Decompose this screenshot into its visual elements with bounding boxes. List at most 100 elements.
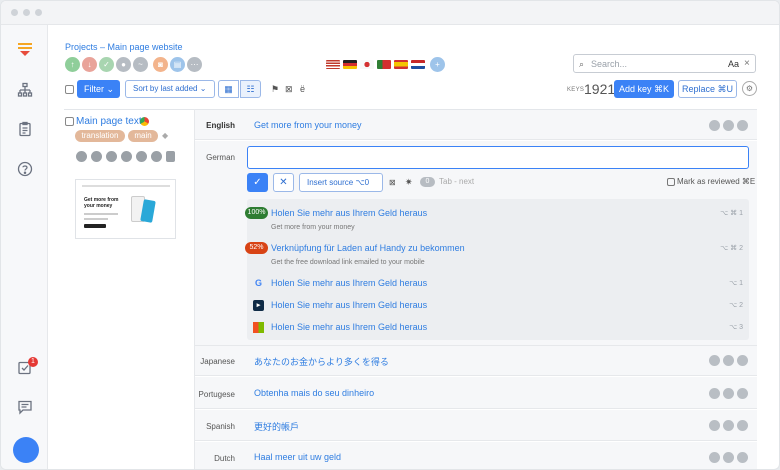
check-icon[interactable]: ✓ [99, 57, 114, 72]
list-view-icon[interactable]: ☷ [240, 80, 261, 98]
language-label: Japanese [200, 357, 235, 366]
comment-icon[interactable] [723, 452, 734, 463]
tag[interactable]: translation [75, 130, 125, 142]
help-icon[interactable] [17, 161, 33, 177]
translation-text[interactable]: 更好的帳戶 [254, 420, 299, 433]
logo-icon[interactable] [17, 41, 33, 57]
special-chars-icon[interactable]: ✷ [405, 177, 413, 188]
mt-suggestion-text[interactable]: Holen Sie mehr aus Ihrem Geld heraus [271, 322, 427, 332]
link-icon[interactable] [106, 151, 117, 162]
suggestion-shortcut: ⌥ ⌘ 2 [720, 245, 743, 252]
replace-button[interactable]: Replace ⌘U [678, 80, 737, 98]
match-case-toggle[interactable]: Aa [728, 59, 739, 69]
document-icon[interactable]: ▤ [170, 57, 185, 72]
flag-jp-icon[interactable] [360, 60, 374, 69]
more-icon[interactable]: ⋯ [187, 57, 202, 72]
language-label: Spanish [206, 422, 235, 431]
mt-suggestion-text[interactable]: Holen Sie mehr aus Ihrem Geld heraus [271, 278, 427, 288]
flag-pt-icon[interactable] [377, 60, 391, 69]
search-input[interactable]: Search... [591, 59, 627, 69]
cancel-button[interactable]: ✕ [273, 173, 294, 192]
translate-icon[interactable] [709, 120, 720, 131]
history-icon[interactable] [737, 355, 748, 366]
microsoft-icon [253, 322, 264, 333]
comment-icon[interactable] [723, 420, 734, 431]
suggestion-source: Get the free download link emailed to yo… [271, 259, 425, 266]
upload-icon[interactable]: ↑ [65, 57, 80, 72]
history-icon[interactable] [737, 420, 748, 431]
flag-de-icon[interactable] [343, 60, 357, 69]
window-dot[interactable] [23, 9, 30, 16]
clipboard-icon[interactable] [17, 121, 33, 137]
code-icon[interactable]: ⊠ [285, 84, 293, 95]
grid-view-icon[interactable]: ▦ [218, 80, 239, 98]
translate-icon[interactable] [709, 388, 720, 399]
mark-reviewed-label[interactable]: Mark as reviewed ⌘E [677, 177, 755, 186]
bookmark-icon[interactable]: ⚑ [271, 84, 279, 95]
download-icon[interactable]: ↓ [82, 57, 97, 72]
suggestion-text[interactable]: Holen Sie mehr aus Ihrem Geld heraus [271, 208, 427, 218]
translation-text[interactable]: Get more from your money [254, 120, 362, 130]
code-icon[interactable]: ⊠ [389, 178, 396, 187]
comment-icon[interactable] [723, 388, 734, 399]
history-icon[interactable] [737, 452, 748, 463]
mt-shortcut: ⌥ 2 [729, 302, 743, 309]
filter-button[interactable]: Filter ⌄ [77, 80, 120, 98]
history-icon[interactable] [737, 120, 748, 131]
suggestion-shortcut: ⌥ ⌘ 1 [720, 210, 743, 217]
mt-shortcut: ⌥ 1 [729, 280, 743, 287]
activity-icon[interactable]: ~ [133, 57, 148, 72]
history-icon[interactable] [737, 388, 748, 399]
tag-add-icon[interactable] [151, 151, 162, 162]
window-dot[interactable] [11, 9, 18, 16]
clear-search-icon[interactable]: × [744, 58, 750, 69]
comment-icon[interactable] [723, 355, 734, 366]
select-all-checkbox[interactable] [65, 85, 74, 94]
history-icon[interactable] [121, 151, 132, 162]
comment-icon[interactable] [76, 151, 87, 162]
screenshot-thumbnail[interactable]: Get more from your money [75, 179, 176, 239]
translate-icon[interactable]: ё [300, 84, 305, 94]
translation-text[interactable]: あなたのお金からより多くを得る [254, 355, 389, 368]
copy-icon[interactable] [136, 151, 147, 162]
language-label: German [206, 153, 235, 162]
flag-es-icon[interactable] [394, 60, 408, 69]
insert-source-button[interactable]: Insert source ⌥0 [299, 173, 383, 192]
app-window: 1 Projects – Main page website ↑ ↓ ✓ ● ~… [0, 0, 780, 470]
user-icon[interactable]: ● [116, 57, 131, 72]
mt-shortcut: ⌥ 3 [729, 324, 743, 331]
translation-input[interactable] [247, 146, 749, 169]
translate-icon[interactable] [709, 452, 720, 463]
flag-us-icon[interactable] [326, 60, 340, 69]
add-language-icon[interactable]: + [430, 57, 445, 72]
translation-text[interactable]: Haal meer uit uw geld [254, 452, 341, 462]
settings-icon[interactable]: ⚙ [742, 81, 757, 96]
mark-reviewed-checkbox[interactable] [667, 178, 675, 186]
translation-text[interactable]: Obtenha mais do seu dinheiro [254, 388, 374, 398]
tab-next-hint: Tab - next [439, 177, 475, 186]
delete-icon[interactable] [166, 151, 175, 162]
flag-nl-icon[interactable] [411, 60, 425, 69]
add-key-button[interactable]: Add key ⌘K [614, 80, 674, 98]
comments-icon[interactable] [17, 399, 33, 415]
tag[interactable]: main [128, 130, 158, 142]
save-button[interactable]: ✓ [247, 173, 268, 192]
avatar[interactable] [13, 437, 39, 463]
breadcrumb[interactable]: Projects – Main page website [65, 42, 183, 52]
mt-suggestion-text[interactable]: Holen Sie mehr aus Ihrem Geld heraus [271, 300, 427, 310]
translate-icon[interactable] [709, 420, 720, 431]
translate-icon[interactable] [709, 355, 720, 366]
tag-icon[interactable]: ◆ [162, 131, 168, 140]
google-icon: G [254, 278, 262, 288]
window-dot[interactable] [35, 9, 42, 16]
suggestion-text[interactable]: Verknüpfung für Laden auf Handy zu bekom… [271, 243, 465, 253]
key-checkbox[interactable] [65, 117, 74, 126]
key-name[interactable]: Main page text [76, 116, 142, 127]
camera-icon[interactable]: ◙ [153, 57, 168, 72]
thumbnail-headline: Get more from your money [84, 197, 119, 209]
hierarchy-icon[interactable] [17, 82, 33, 98]
comment-icon[interactable] [723, 120, 734, 131]
sort-dropdown[interactable]: Sort by last added ⌄ [125, 80, 215, 98]
search-box[interactable]: ⌕ Search... Aa × [573, 54, 756, 73]
screenshot-icon[interactable] [91, 151, 102, 162]
